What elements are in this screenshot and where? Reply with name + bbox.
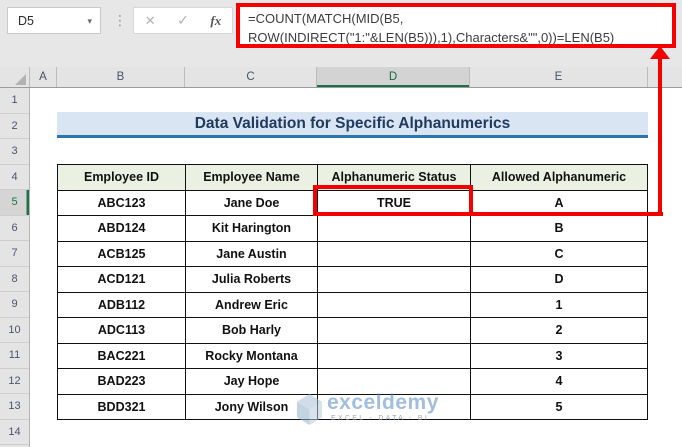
row-header-10[interactable]: 10	[0, 318, 29, 343]
enter-icon[interactable]: ✓	[177, 12, 189, 29]
table-cell-status[interactable]	[318, 343, 471, 369]
table-cell-allowed[interactable]: B	[471, 216, 648, 242]
row-header-14[interactable]: 14	[0, 420, 29, 445]
table-header-employee_name[interactable]: Employee Name	[186, 165, 318, 191]
formula-bar: D5 ▾ ⋮ ✕ ✓ fx =COUNT(MATCH(MID(B5, ROW(I…	[0, 0, 682, 67]
table-cell-employee_name[interactable]: Andrew Eric	[186, 292, 318, 318]
row-header-9[interactable]: 9	[0, 292, 29, 318]
row-header-5[interactable]: 5	[0, 190, 29, 216]
table-cell-employee_id[interactable]: ACD121	[58, 267, 186, 293]
table-cell-status[interactable]	[318, 241, 471, 267]
table-cell-employee_name[interactable]: Jane Austin	[186, 241, 318, 267]
excel-window: D5 ▾ ⋮ ✕ ✓ fx =COUNT(MATCH(MID(B5, ROW(I…	[0, 0, 682, 447]
table-cell-allowed[interactable]: 3	[471, 343, 648, 369]
exceldemy-watermark: exceldemy EXCEL - DATA - BI	[295, 392, 439, 427]
row-header-1[interactable]: 1	[0, 88, 29, 114]
row-header-12[interactable]: 12	[0, 369, 29, 394]
table-cell-employee_id[interactable]: BAD223	[58, 369, 186, 395]
table-cell-allowed[interactable]: C	[471, 241, 648, 267]
row-header-4[interactable]: 4	[0, 165, 29, 190]
column-headers: ABCDE	[0, 67, 682, 88]
table-cell-employee_id[interactable]: ACB125	[58, 241, 186, 267]
select-all-corner[interactable]	[0, 67, 30, 87]
row-header-11[interactable]: 11	[0, 343, 29, 369]
row-header-8[interactable]: 8	[0, 267, 29, 292]
table-cell-allowed[interactable]: 1	[471, 292, 648, 318]
table-cell-allowed[interactable]: 4	[471, 369, 648, 395]
formula-line-2: ROW(INDIRECT("1:"&LEN(B5))),1),Character…	[248, 30, 615, 45]
column-header-E[interactable]: E	[470, 67, 648, 87]
exceldemy-logo-icon	[296, 394, 323, 425]
table-cell-employee_id[interactable]: BDD321	[58, 394, 186, 420]
watermark-tagline: EXCEL - DATA - BI	[331, 415, 430, 422]
formula-bar-handle-icon: ⋮	[113, 12, 127, 28]
title-banner[interactable]: Data Validation for Specific Alphanumeri…	[57, 112, 648, 138]
table-cell-employee_id[interactable]: ADB112	[58, 292, 186, 318]
table-cell-employee_id[interactable]: ADC113	[58, 318, 186, 344]
arrow-connector-vertical	[658, 57, 662, 216]
table-cell-employee_name[interactable]: Julia Roberts	[186, 267, 318, 293]
highlight-box-true-cell	[313, 185, 473, 216]
row-header-7[interactable]: 7	[0, 241, 29, 267]
insert-function-icon[interactable]: fx	[210, 13, 221, 29]
name-box-value: D5	[18, 13, 34, 28]
row-headers: 1 2 3 4 5 6 7 8 9 10 11 12 13 14	[0, 88, 30, 447]
table-cell-employee_name[interactable]: Bob Harly	[186, 318, 318, 344]
table-cell-status[interactable]	[318, 267, 471, 293]
table-cell-employee_name[interactable]: Kit Harington	[186, 216, 318, 242]
table-cell-employee_name[interactable]: Jay Hope	[186, 369, 318, 395]
table-cell-allowed[interactable]: 2	[471, 318, 648, 344]
formula-bar-buttons: ✕ ✓ fx	[133, 7, 233, 34]
table-header-allowed[interactable]: Allowed Alphanumeric	[471, 165, 648, 191]
row-header-2[interactable]: 2	[0, 114, 29, 139]
table-cell-employee_name[interactable]: Jane Doe	[186, 190, 318, 216]
table-cell-employee_id[interactable]: BAC221	[58, 343, 186, 369]
column-header-C[interactable]: C	[185, 67, 317, 87]
row-header-6[interactable]: 6	[0, 216, 29, 241]
table-cell-employee_id[interactable]: ABD124	[58, 216, 186, 242]
table-cell-allowed[interactable]: D	[471, 267, 648, 293]
name-box-dropdown-icon[interactable]: ▾	[87, 16, 92, 27]
table-cell-employee_id[interactable]: ABC123	[58, 190, 186, 216]
select-all-triangle-icon	[15, 74, 26, 85]
watermark-brand: exceldemy	[327, 391, 439, 414]
column-header-D[interactable]: D	[317, 67, 470, 87]
column-header-filler	[648, 67, 682, 87]
table-cell-employee_name[interactable]: Rocky Montana	[186, 343, 318, 369]
table-cell-allowed[interactable]: 5	[471, 394, 648, 420]
name-box[interactable]: D5 ▾	[7, 7, 101, 34]
formula-input[interactable]: =COUNT(MATCH(MID(B5, ROW(INDIRECT("1:"&L…	[236, 3, 676, 48]
column-header-A[interactable]: A	[30, 67, 57, 87]
table-cell-status[interactable]	[318, 292, 471, 318]
arrow-connector-horizontal	[465, 212, 663, 216]
table-cell-status[interactable]	[318, 318, 471, 344]
column-header-B[interactable]: B	[57, 67, 185, 87]
cancel-icon[interactable]: ✕	[145, 13, 156, 29]
table-header-employee_id[interactable]: Employee ID	[58, 165, 186, 191]
arrow-head-icon	[650, 46, 670, 59]
row-header-3[interactable]: 3	[0, 139, 29, 165]
row-header-13[interactable]: 13	[0, 394, 29, 420]
table-cell-status[interactable]	[318, 216, 471, 242]
formula-line-1: =COUNT(MATCH(MID(B5,	[248, 11, 404, 26]
